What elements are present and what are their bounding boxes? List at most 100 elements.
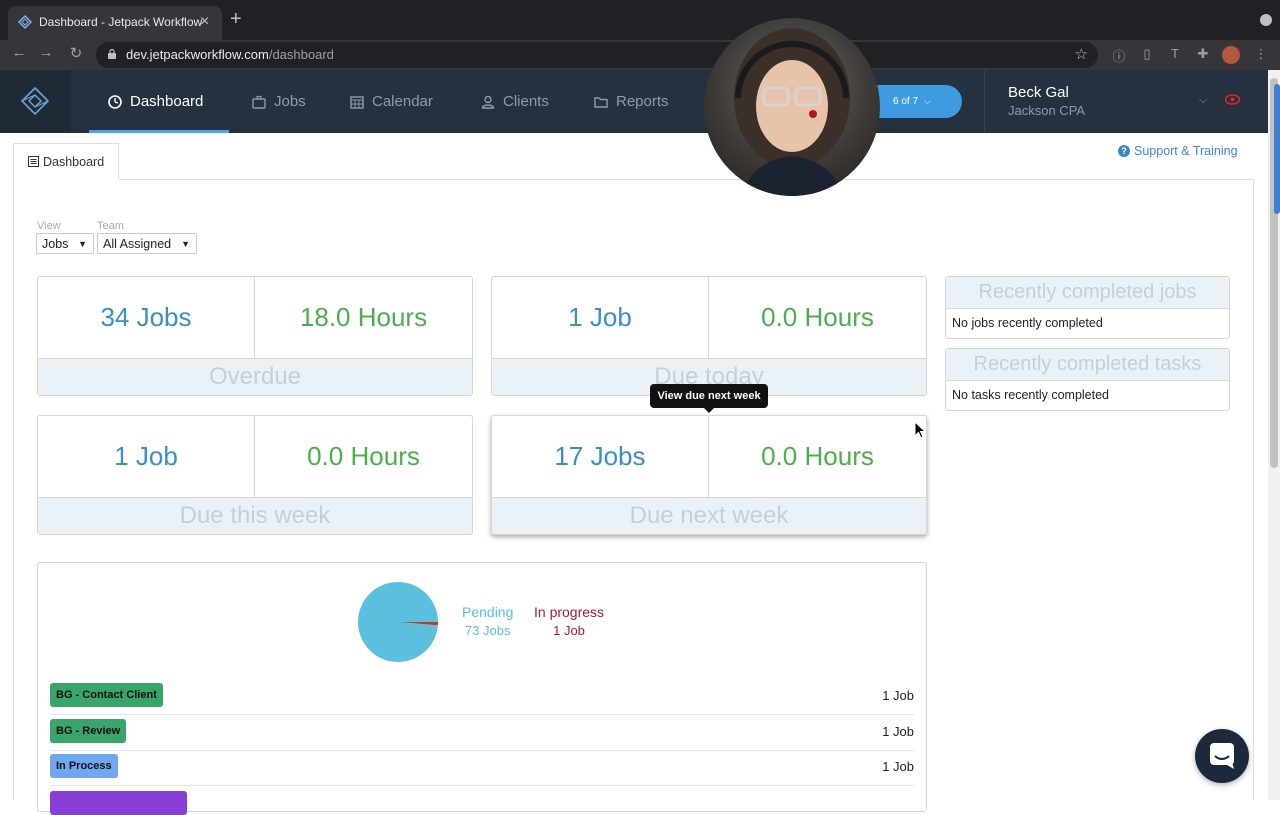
browser-tab-bar: Dashboard - Jetpack Workflow × +	[0, 0, 1280, 40]
team-filter-label: Team	[97, 220, 124, 232]
jetpack-favicon-icon	[18, 15, 32, 29]
forward-icon[interactable]: →	[36, 44, 56, 61]
team-select-value: All Assigned	[103, 236, 172, 251]
status-badge[interactable]: In Process	[50, 754, 118, 778]
info-icon[interactable]: ⓘ	[1110, 46, 1128, 65]
lock-icon	[108, 49, 116, 59]
due-today-jobs: 1 Job	[492, 277, 709, 358]
back-icon[interactable]: ←	[9, 44, 29, 61]
status-badge[interactable]: BG - Review	[50, 718, 127, 743]
calendar-icon	[350, 95, 364, 109]
due-next-week-label: Due next week	[492, 497, 926, 534]
recent-jobs-title: Recently completed jobs	[946, 277, 1229, 309]
tab-dashboard[interactable]: Dashboard	[13, 143, 119, 180]
chat-launcher-button[interactable]	[1195, 729, 1249, 783]
puzzle-icon[interactable]: ✚	[1194, 46, 1212, 62]
legend-in-progress-label: In progress	[534, 604, 605, 620]
recent-tasks-empty: No tasks recently completed	[952, 388, 1110, 402]
status-pie-chart[interactable]	[357, 581, 439, 663]
recent-jobs-empty: No jobs recently completed	[952, 316, 1103, 330]
due-today-hours: 0.0 Hours	[761, 302, 874, 332]
url-text: dev.jetpackworkflow.com/dashboard	[126, 47, 334, 62]
overdue-jobs: 34 Jobs	[38, 277, 255, 358]
url-host: dev.jetpackworkflow.com	[126, 47, 269, 62]
window-menu-icon[interactable]	[1260, 14, 1272, 26]
overdue-label: Overdue	[38, 358, 472, 395]
due-this-week-card[interactable]: 1 Job 0.0 Hours Due this week	[37, 415, 473, 535]
nav-reports-label: Reports	[616, 93, 669, 110]
status-row-count: 1 Job	[882, 688, 914, 703]
view-select-value: Jobs	[42, 236, 69, 251]
recent-tasks-title: Recently completed tasks	[946, 349, 1229, 381]
status-badge[interactable]	[50, 791, 187, 815]
status-badge[interactable]: BG - Contact Client	[50, 683, 163, 707]
jetpack-logo-icon	[21, 87, 49, 115]
due-next-week-jobs: 17 Jobs	[492, 416, 709, 497]
due-next-week-hours: 0.0 Hours	[761, 441, 874, 471]
webcam-video-overlay	[704, 18, 880, 196]
jetpack-logo[interactable]	[0, 70, 71, 133]
mouse-cursor-icon	[914, 421, 926, 439]
nav-reports[interactable]: Reports	[594, 70, 669, 133]
onboarding-progress-label: 6 of 7	[893, 96, 919, 107]
support-training-link[interactable]: ? Support & Training	[1118, 144, 1238, 158]
due-today-card[interactable]: 1 Job 0.0 Hours Due today	[491, 276, 927, 396]
nav-jobs[interactable]: Jobs	[252, 70, 306, 133]
legend-in-progress-value: 1 Job	[553, 623, 585, 638]
new-tab-button[interactable]: +	[230, 8, 242, 31]
app-header: Dashboard Jobs Calendar Clients Reports …	[0, 70, 1268, 133]
list-icon	[28, 156, 39, 167]
status-row[interactable]: In Process 1 Job	[50, 750, 914, 786]
nav-calendar-label: Calendar	[372, 93, 433, 110]
dashboard-icon	[108, 94, 122, 109]
view-filter-label: View	[37, 220, 61, 232]
legend-pending-label: Pending	[462, 604, 514, 620]
tooltip: View due next week	[650, 384, 768, 413]
folder-icon	[594, 96, 608, 108]
profile-avatar[interactable]	[1222, 46, 1240, 64]
status-row[interactable]: BG - Review 1 Job	[50, 715, 914, 751]
eye-icon[interactable]	[1225, 94, 1240, 105]
recent-jobs-panel: Recently completed jobs No jobs recently…	[945, 276, 1230, 339]
overdue-card[interactable]: 34 Jobs 18.0 Hours Overdue	[37, 276, 473, 396]
view-select[interactable]: Jobs ▼	[36, 233, 94, 254]
legend-pending-value: 73 Jobs	[464, 623, 511, 638]
nav-jobs-label: Jobs	[274, 93, 306, 110]
user-menu[interactable]: Beck Gal Jackson CPA ⌵	[984, 70, 1268, 133]
help-icon: ?	[1118, 145, 1130, 157]
tab-dashboard-label: Dashboard	[43, 154, 105, 169]
pie-slice-pending[interactable]	[358, 581, 438, 662]
side-widget-tab[interactable]	[1274, 84, 1280, 214]
address-bar[interactable]: dev.jetpackworkflow.com/dashboard ☆	[96, 42, 1098, 68]
browser-toolbar: ← → ↻ dev.jetpackworkflow.com/dashboard …	[0, 40, 1280, 70]
url-path: /dashboard	[268, 47, 334, 62]
status-row[interactable]: BG - Contact Client 1 Job	[50, 679, 914, 715]
user-icon	[481, 95, 495, 109]
caret-down-icon: ▼	[78, 239, 87, 249]
bookmark-star-icon[interactable]: ☆	[1075, 45, 1088, 63]
page-scrollbar[interactable]	[1268, 70, 1280, 800]
team-select[interactable]: All Assigned ▼	[97, 233, 197, 254]
reload-icon[interactable]: ↻	[66, 44, 86, 62]
text-icon[interactable]: T	[1166, 46, 1184, 61]
support-training-label: Support & Training	[1134, 144, 1238, 158]
firm-name: Jackson CPA	[1008, 103, 1086, 118]
chat-bubble-icon	[1210, 743, 1234, 769]
presenter-video-frame	[734, 28, 850, 196]
browser-tab[interactable]: Dashboard - Jetpack Workflow ×	[8, 6, 222, 40]
overdue-hours: 18.0 Hours	[299, 302, 428, 332]
browser-menu-icon[interactable]: ⋮	[1252, 46, 1270, 62]
user-menu-chevron-icon[interactable]: ⌵	[1199, 94, 1207, 107]
briefcase-icon	[252, 95, 266, 109]
legend-in-progress[interactable]: In progress 1 Job	[534, 604, 604, 638]
nav-clients[interactable]: Clients	[481, 70, 549, 133]
nav-dashboard[interactable]: Dashboard	[89, 70, 229, 133]
document-icon[interactable]: ▯	[1138, 46, 1156, 62]
due-this-week-jobs: 1 Job	[38, 416, 255, 497]
nav-calendar[interactable]: Calendar	[350, 70, 433, 133]
browser-tab-title: Dashboard - Jetpack Workflow	[39, 15, 203, 29]
tab-close-icon[interactable]: ×	[200, 13, 209, 31]
due-next-week-card[interactable]: 17 Jobs 0.0 Hours Due next week	[491, 415, 927, 535]
legend-pending[interactable]: Pending 73 Jobs	[462, 604, 513, 638]
user-name: Beck Gal	[1008, 84, 1069, 101]
